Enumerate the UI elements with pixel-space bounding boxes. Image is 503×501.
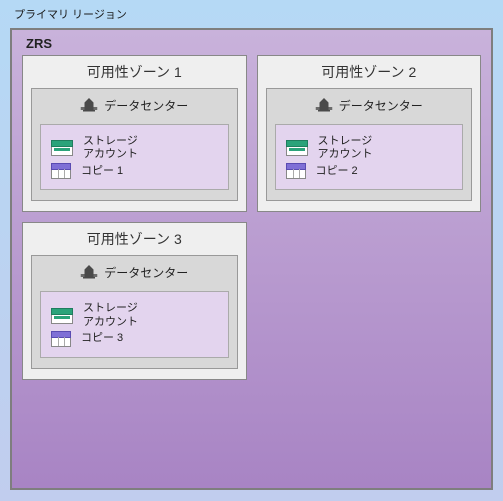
datacenter-box: データセンター ストレージ アカウント コピー 3 bbox=[31, 255, 238, 368]
datacenter-label: データセンター bbox=[339, 97, 423, 114]
storage-account-box: ストレージ アカウント コピー 2 bbox=[275, 124, 464, 190]
availability-zone-1: 可用性ゾーン 1 データセンター ストレージ アカウント bbox=[22, 55, 247, 212]
datacenter-header: データセンター bbox=[40, 95, 229, 116]
copy-label: コピー 1 bbox=[81, 165, 123, 178]
datacenter-label: データセンター bbox=[104, 97, 188, 114]
zrs-label: ZRS bbox=[26, 36, 481, 51]
storage-account-label: ストレージ アカウント bbox=[318, 135, 373, 161]
storage-account-label: ストレージ アカウント bbox=[83, 302, 138, 328]
availability-zone-2: 可用性ゾーン 2 データセンター ストレージ アカウント bbox=[257, 55, 482, 212]
datacenter-icon bbox=[315, 95, 333, 116]
storage-icon bbox=[51, 140, 73, 156]
storage-account-label: ストレージ アカウント bbox=[83, 135, 138, 161]
copy-row: コピー 1 bbox=[51, 163, 218, 179]
zone-title: 可用性ゾーン 2 bbox=[266, 62, 473, 82]
storage-account-row: ストレージ アカウント bbox=[286, 135, 453, 161]
copy-row: コピー 3 bbox=[51, 331, 218, 347]
copy-label: コピー 3 bbox=[81, 332, 123, 345]
copy-row: コピー 2 bbox=[286, 163, 453, 179]
zones-grid: 可用性ゾーン 1 データセンター ストレージ アカウント bbox=[22, 55, 481, 380]
storage-icon bbox=[51, 308, 73, 324]
zrs-box: ZRS 可用性ゾーン 1 データセンター bbox=[10, 28, 493, 490]
storage-account-row: ストレージ アカウント bbox=[51, 302, 218, 328]
datacenter-label: データセンター bbox=[104, 264, 188, 281]
zone-title: 可用性ゾーン 3 bbox=[31, 229, 238, 249]
datacenter-header: データセンター bbox=[40, 262, 229, 283]
primary-region-box: プライマリ リージョン ZRS 可用性ゾーン 1 データセンター bbox=[0, 0, 503, 501]
table-icon bbox=[51, 331, 71, 347]
storage-account-box: ストレージ アカウント コピー 1 bbox=[40, 124, 229, 190]
primary-region-label: プライマリ リージョン bbox=[14, 6, 493, 22]
datacenter-header: データセンター bbox=[275, 95, 464, 116]
copy-label: コピー 2 bbox=[316, 165, 358, 178]
datacenter-box: データセンター ストレージ アカウント コピー 2 bbox=[266, 88, 473, 201]
table-icon bbox=[51, 163, 71, 179]
storage-account-box: ストレージ アカウント コピー 3 bbox=[40, 291, 229, 357]
storage-account-row: ストレージ アカウント bbox=[51, 135, 218, 161]
zone-title: 可用性ゾーン 1 bbox=[31, 62, 238, 82]
datacenter-icon bbox=[80, 262, 98, 283]
datacenter-icon bbox=[80, 95, 98, 116]
datacenter-box: データセンター ストレージ アカウント コピー 1 bbox=[31, 88, 238, 201]
availability-zone-3: 可用性ゾーン 3 データセンター ストレージ アカウント bbox=[22, 222, 247, 379]
storage-icon bbox=[286, 140, 308, 156]
table-icon bbox=[286, 163, 306, 179]
